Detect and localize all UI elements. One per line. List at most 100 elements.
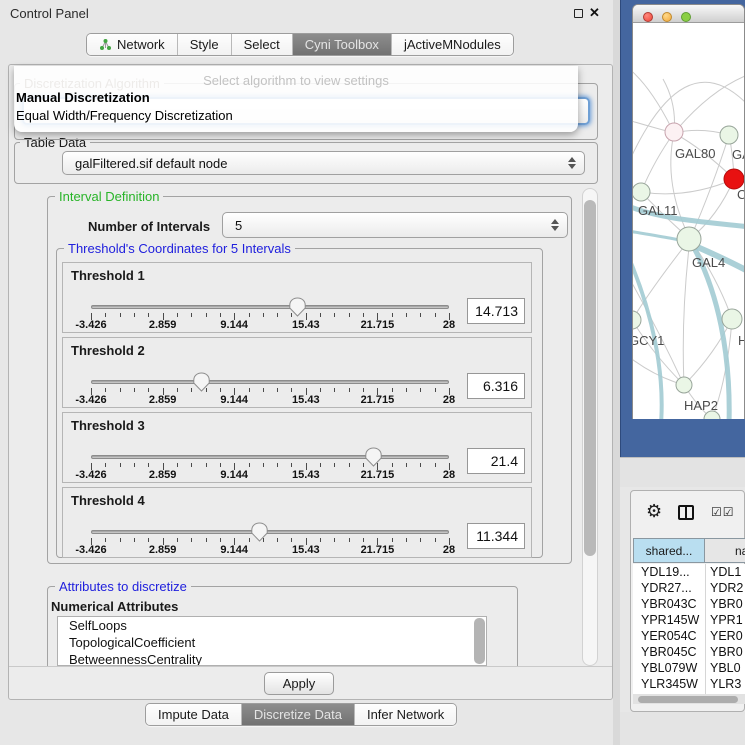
- tick-label: 2.859: [149, 469, 177, 481]
- network-node[interactable]: [633, 183, 650, 201]
- network-node[interactable]: [633, 311, 641, 329]
- stepper-arrows-icon: [551, 219, 559, 231]
- tab-select[interactable]: Select: [232, 34, 293, 55]
- algorithm-option-manual-discretization[interactable]: Manual Discretization: [16, 90, 150, 105]
- top-tab-bar: NetworkStyleSelectCyni ToolboxjActiveMNo…: [86, 33, 514, 56]
- tick-label: 9.144: [220, 544, 248, 556]
- svg-text:GAL11: GAL11: [638, 203, 678, 218]
- panel-divider[interactable]: [613, 0, 620, 745]
- slider-track[interactable]: [91, 380, 449, 384]
- bottom-tab-bar: Impute DataDiscretize DataInfer Network: [145, 703, 457, 726]
- screen: Control Panel ✕ NetworkStyleSelectCyni T…: [0, 0, 745, 745]
- column-layout-icon[interactable]: [678, 505, 694, 520]
- tab-cyni-toolbox[interactable]: Cyni Toolbox: [293, 34, 392, 55]
- close-icon[interactable]: ✕: [589, 5, 600, 21]
- network-node[interactable]: [677, 227, 701, 251]
- minimize-traffic-light-icon[interactable]: [662, 12, 672, 22]
- algorithm-popup: Select algorithm to view settings Manual…: [14, 66, 578, 132]
- table-header-row: shared...na: [633, 538, 745, 563]
- table-row[interactable]: YLR345WYLR3: [633, 676, 745, 692]
- settings-gear-icon[interactable]: ⚙: [646, 502, 662, 520]
- tab-impute-data[interactable]: Impute Data: [146, 704, 242, 725]
- slider-thumb[interactable]: [287, 297, 308, 317]
- numerical-attributes-list[interactable]: SelfLoopsTopologicalCoefficientBetweenne…: [57, 616, 487, 666]
- slider-thumb[interactable]: [249, 522, 270, 542]
- threshold-value-input[interactable]: [467, 373, 525, 399]
- tick-label: 15.43: [292, 319, 320, 331]
- tab-discretize-data[interactable]: Discretize Data: [242, 704, 355, 725]
- table-row[interactable]: YDL19...YDL1: [633, 564, 745, 580]
- threshold-value-input[interactable]: [467, 448, 525, 474]
- panel-title: Control Panel: [10, 6, 89, 21]
- tab-jactivemnodules[interactable]: jActiveMNodules: [392, 34, 513, 55]
- bottom-right-background: [620, 712, 745, 745]
- checkbox-icons[interactable]: ☑☑: [711, 505, 735, 519]
- table-data-combobox[interactable]: galFiltered.sif default node: [62, 151, 585, 175]
- stepper-arrows-icon: [568, 157, 576, 169]
- attributes-scrollbar-thumb[interactable]: [474, 618, 485, 664]
- table-row[interactable]: YBR045CYBR0: [633, 644, 745, 660]
- table-row[interactable]: YDR27...YDR2: [633, 580, 745, 596]
- algorithm-option-equal-width-frequency-discretization[interactable]: Equal Width/Frequency Discretization: [16, 108, 233, 123]
- threshold-value-input[interactable]: [467, 523, 525, 549]
- apply-button[interactable]: Apply: [264, 672, 334, 695]
- slider-track[interactable]: [91, 455, 449, 459]
- tab-network[interactable]: Network: [87, 34, 178, 55]
- table-column-header[interactable]: shared...: [633, 538, 705, 563]
- number-of-intervals-value: 5: [235, 218, 242, 233]
- tick-label: 28: [443, 394, 455, 406]
- tick-label: -3.426: [75, 319, 106, 331]
- threshold-slider[interactable]: -3.4262.8599.14415.4321.71528: [91, 338, 449, 409]
- number-of-intervals-combobox[interactable]: 5: [222, 212, 568, 238]
- slider-track[interactable]: [91, 530, 449, 534]
- tick-label: 9.144: [220, 319, 248, 331]
- table-hscrollbar-track[interactable]: [633, 694, 745, 704]
- table-row[interactable]: YBR043CYBR0: [633, 596, 745, 612]
- attribute-item-betweennesscentrality[interactable]: BetweennessCentrality: [58, 651, 486, 666]
- threshold-box-2: Threshold 2 -3.4262.8599.14415.4321.7152…: [62, 337, 532, 408]
- tick-label: -3.426: [75, 544, 106, 556]
- threshold-value-input[interactable]: [467, 298, 525, 324]
- slider-ticks: [91, 538, 449, 546]
- apply-bar: Apply: [9, 666, 612, 699]
- network-node[interactable]: [724, 169, 744, 189]
- threshold-slider[interactable]: -3.4262.8599.14415.4321.71528: [91, 263, 449, 334]
- table-column-header[interactable]: na: [705, 538, 745, 563]
- zoom-traffic-light-icon[interactable]: [681, 12, 691, 22]
- slider-track[interactable]: [91, 305, 449, 309]
- numerical-attributes-label: Numerical Attributes: [51, 599, 178, 614]
- threshold-slider[interactable]: -3.4262.8599.14415.4321.71528: [91, 488, 449, 559]
- attribute-item-selfloops[interactable]: SelfLoops: [58, 617, 486, 634]
- threshold-slider[interactable]: -3.4262.8599.14415.4321.71528: [91, 413, 449, 484]
- close-traffic-light-icon[interactable]: [643, 12, 653, 22]
- svg-text:GAL4: GAL4: [692, 255, 725, 270]
- table-row[interactable]: YER054CYER0: [633, 628, 745, 644]
- tick-label: 15.43: [292, 394, 320, 406]
- number-of-intervals-label: Number of Intervals: [88, 219, 210, 234]
- tick-label: -3.426: [75, 469, 106, 481]
- network-node[interactable]: [676, 377, 692, 393]
- table-row[interactable]: YBL079WYBL0: [633, 660, 745, 676]
- network-node[interactable]: [720, 126, 738, 144]
- float-window-icon[interactable]: [574, 9, 583, 18]
- tab-style[interactable]: Style: [178, 34, 232, 55]
- slider-thumb[interactable]: [191, 372, 212, 392]
- network-node[interactable]: [665, 123, 683, 141]
- network-window: GAL80GACGAL11GAL4GCY1HHAP2: [632, 4, 745, 419]
- interval-definition-title: Interval Definition: [55, 189, 163, 204]
- main-scrollbar-thumb[interactable]: [584, 200, 596, 556]
- tick-label: 2.859: [149, 394, 177, 406]
- tick-label: 28: [443, 319, 455, 331]
- tick-label: 21.715: [361, 544, 395, 556]
- network-node[interactable]: [722, 309, 742, 329]
- table-hscrollbar-thumb[interactable]: [638, 696, 738, 703]
- network-window-titlebar[interactable]: [633, 5, 744, 23]
- network-canvas[interactable]: GAL80GACGAL11GAL4GCY1HHAP2: [633, 24, 745, 419]
- tick-label: 9.144: [220, 394, 248, 406]
- slider-thumb[interactable]: [363, 447, 384, 467]
- attribute-item-topologicalcoefficient[interactable]: TopologicalCoefficient: [58, 634, 486, 651]
- tab-infer-network[interactable]: Infer Network: [355, 704, 456, 725]
- table-rows: YDL19...YDL1YDR27...YDR2YBR043CYBR0YPR14…: [633, 564, 745, 694]
- table-data-value: galFiltered.sif default node: [75, 156, 227, 171]
- table-row[interactable]: YPR145WYPR1: [633, 612, 745, 628]
